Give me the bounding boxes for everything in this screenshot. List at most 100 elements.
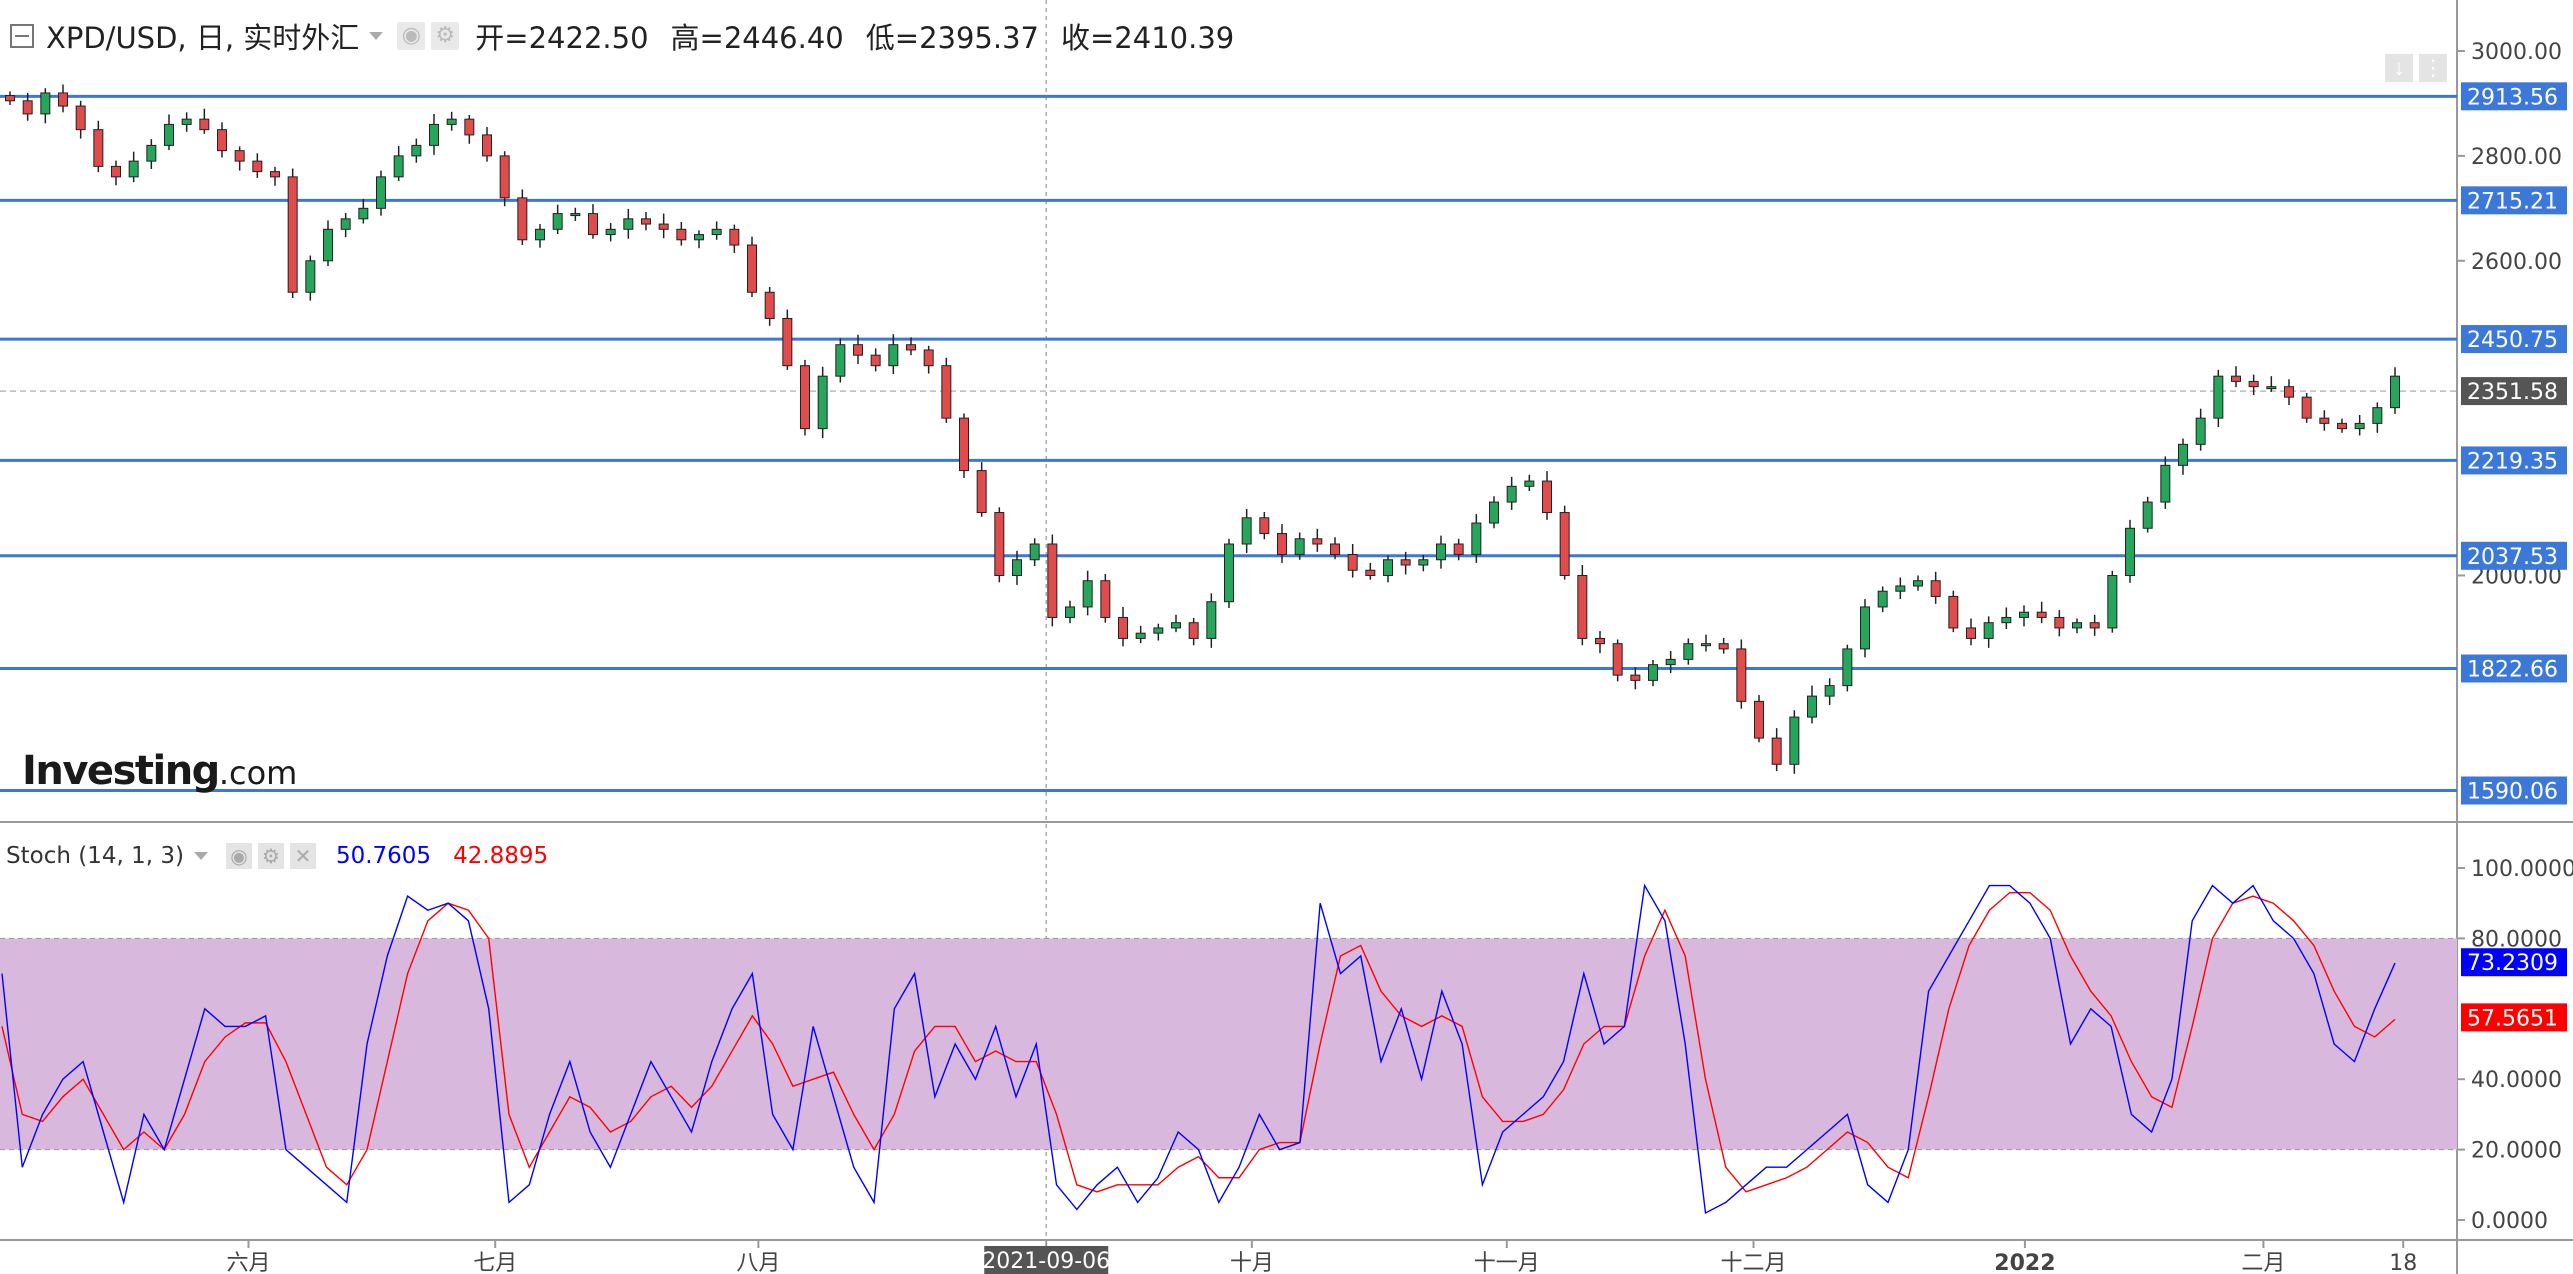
candle [2372, 407, 2383, 424]
candle [464, 118, 475, 136]
time-axis-label: 十二月 [1721, 1251, 1787, 1274]
candle [1489, 501, 1499, 524]
stoch-k-badge-label: 73.2309 [2467, 951, 2558, 976]
chevron-down-icon[interactable] [369, 32, 384, 40]
candle [2319, 417, 2330, 424]
candle [5, 95, 15, 102]
candle [1241, 517, 1252, 545]
candle [552, 213, 563, 230]
candle [747, 244, 757, 293]
candle [1400, 559, 1411, 566]
candle [1966, 627, 1976, 639]
candle [870, 354, 881, 367]
candle [2072, 622, 2082, 629]
candle [1471, 522, 1482, 556]
candle [181, 118, 192, 125]
visibility-icon[interactable]: ◉ [397, 22, 426, 50]
candle [2019, 611, 2029, 618]
candle [1312, 538, 1323, 545]
candle [2354, 422, 2365, 430]
candle [2195, 417, 2206, 445]
candle [270, 171, 280, 178]
candle [623, 218, 634, 230]
candle [588, 213, 598, 236]
candle [2054, 616, 2065, 629]
candle [1948, 595, 1959, 629]
candle [1453, 543, 1464, 556]
candle [1683, 643, 1694, 660]
candle [1736, 648, 1747, 702]
price-level-label: 2913.56 [2467, 85, 2558, 110]
more-icon[interactable]: ⋮ [2419, 54, 2447, 82]
time-axis-label: 十月 [1230, 1251, 1274, 1274]
visibility-icon[interactable]: ◉ [225, 843, 252, 869]
candle [393, 155, 404, 178]
candle [287, 176, 298, 293]
crosshair-date-label: 2021-09-06 [982, 1249, 1110, 1274]
candle [1294, 538, 1305, 556]
gear-icon[interactable]: ⚙ [257, 843, 284, 869]
candle [2001, 616, 2012, 624]
candle [1577, 574, 1588, 639]
candle [323, 228, 333, 262]
candle [499, 155, 510, 199]
candle [782, 317, 793, 367]
candle [340, 218, 351, 230]
stoch-label[interactable]: Stoch (14, 1, 3) [6, 843, 184, 869]
candle [800, 365, 810, 430]
candle [75, 105, 86, 131]
candle [2160, 464, 2171, 503]
candle [40, 92, 51, 115]
download-icon[interactable]: ↓ [2385, 54, 2413, 82]
candle [234, 150, 245, 162]
candle [1913, 580, 1923, 587]
candle [1630, 674, 1641, 681]
candle [535, 228, 545, 241]
candle [906, 344, 916, 351]
candle [1701, 643, 1711, 647]
logo-main: Investing [22, 748, 220, 794]
candle [1188, 622, 1199, 639]
candle [1930, 580, 1941, 597]
candle [2213, 375, 2224, 419]
candle [694, 234, 704, 241]
stoch-d-value: 42.8895 [453, 843, 549, 869]
candle [482, 134, 492, 157]
price-level-label: 1822.66 [2467, 657, 2558, 682]
candle [2036, 611, 2047, 618]
logo-suffix: .com [218, 754, 298, 792]
candle [676, 228, 687, 241]
candle [1365, 569, 1376, 576]
candle [446, 118, 457, 125]
candle [1665, 658, 1676, 666]
candle [994, 512, 1005, 576]
candle [1100, 580, 1111, 618]
candle [941, 365, 952, 419]
candle [2266, 386, 2277, 390]
candle [1118, 616, 1128, 639]
price-chart[interactable]: 3000.002800.002600.002000.002913.562715.… [0, 0, 2573, 1274]
candle [1877, 590, 1888, 608]
candle [1012, 559, 1022, 576]
investing-logo: Investing.com [22, 748, 297, 794]
price-level-label: 2037.53 [2467, 545, 2558, 570]
price-level-label: 2450.75 [2467, 328, 2558, 353]
candle [1824, 685, 1835, 697]
candle [1718, 643, 1729, 650]
ohlc-low: 低=2395.37 [865, 21, 1039, 55]
candle [729, 228, 740, 246]
candle [835, 344, 846, 377]
candle [1065, 606, 1075, 618]
collapse-icon[interactable] [10, 24, 34, 48]
symbol-label[interactable]: XPD/USD, 日, 实时外汇 [46, 15, 359, 57]
candle [1807, 695, 1817, 718]
close-icon[interactable]: ✕ [289, 843, 316, 869]
time-axis-label: 2022 [1994, 1251, 2055, 1274]
candle [411, 144, 422, 157]
gear-icon[interactable]: ⚙ [431, 22, 460, 50]
chevron-down-icon[interactable] [193, 852, 208, 860]
candle [853, 344, 863, 356]
candle [1559, 512, 1570, 576]
candle [22, 100, 33, 115]
time-axis-label: 七月 [473, 1251, 517, 1274]
